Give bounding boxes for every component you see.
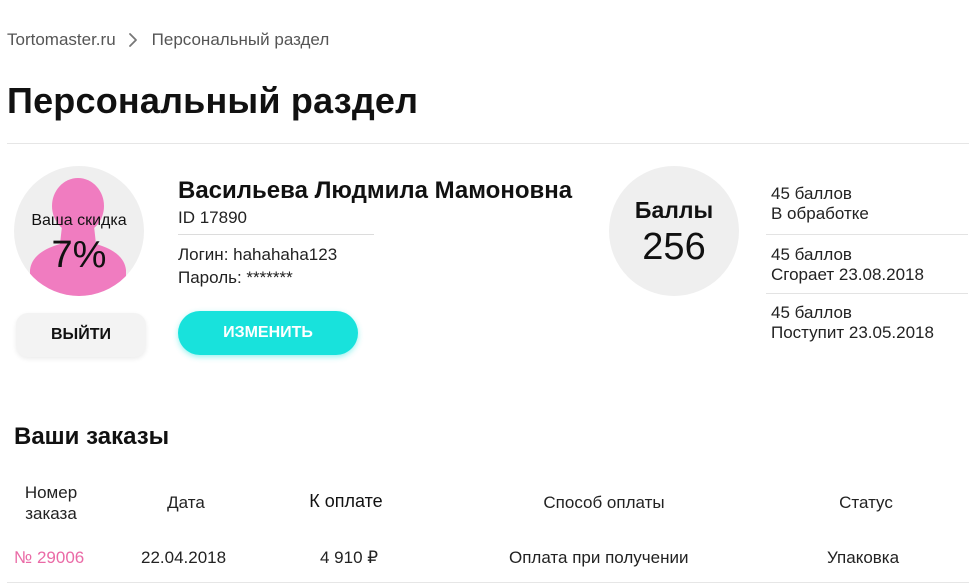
points-entry-status: В обработке: [771, 204, 869, 223]
user-id-divider: [178, 234, 374, 235]
points-entry-amount: 45 баллов: [771, 184, 852, 203]
column-header-order-number-line1: Номер: [24, 483, 78, 502]
points-entry-status: Поступит 23.05.2018: [771, 323, 934, 342]
discount-badge: Ваша скидка 7%: [14, 166, 144, 296]
order-number-link[interactable]: № 29006: [14, 548, 84, 568]
column-header-status: Статус: [839, 493, 893, 512]
chevron-right-icon: [128, 32, 138, 48]
points-label: Баллы: [634, 197, 714, 223]
edit-profile-button[interactable]: ИЗМЕНИТЬ: [178, 311, 358, 355]
discount-value: 7%: [51, 234, 107, 276]
user-name: Васильева Людмила Мамоновна: [178, 177, 573, 204]
column-header-order-number: Номер заказа: [14, 482, 88, 524]
breadcrumb-home-link[interactable]: Tortomaster.ru: [7, 30, 116, 50]
breadcrumb-current: Персональный раздел: [151, 30, 330, 49]
column-header-date: Дата: [167, 493, 205, 512]
points-divider: [766, 293, 968, 294]
points-value: 256: [642, 226, 706, 268]
points-entry: 45 баллов Поступит 23.05.2018: [771, 303, 934, 343]
column-header-order-number-line2: заказа: [25, 504, 77, 523]
order-payment-method: Оплата при получении: [509, 548, 689, 567]
order-amount: 4 910 ₽: [320, 548, 379, 567]
table-row-divider: [7, 582, 969, 583]
discount-label: Ваша скидка: [31, 212, 127, 229]
points-entry-amount: 45 баллов: [771, 245, 852, 264]
user-password: Пароль: *******: [178, 268, 293, 287]
points-divider: [766, 234, 968, 235]
column-header-payment: Способ оплаты: [543, 493, 665, 512]
points-entry: 45 баллов В обработке: [771, 184, 869, 224]
column-header-amount: К оплате: [309, 491, 383, 511]
user-id: ID 17890: [178, 208, 247, 227]
header-divider: [7, 143, 969, 144]
points-entry-amount: 45 баллов: [771, 303, 852, 322]
orders-title: Ваши заказы: [14, 423, 170, 450]
user-login: Логин: hahahaha123: [178, 245, 338, 264]
order-status: Упаковка: [827, 548, 900, 567]
points-badge: Баллы 256: [609, 166, 739, 296]
order-date: 22.04.2018: [141, 548, 227, 567]
page-title: Персональный раздел: [7, 80, 419, 121]
points-entry-status: Сгорает 23.08.2018: [771, 265, 924, 284]
points-entry: 45 баллов Сгорает 23.08.2018: [771, 245, 924, 285]
breadcrumb: Tortomaster.ru Персональный раздел: [7, 30, 329, 50]
logout-button[interactable]: ВЫЙТИ: [16, 313, 146, 357]
